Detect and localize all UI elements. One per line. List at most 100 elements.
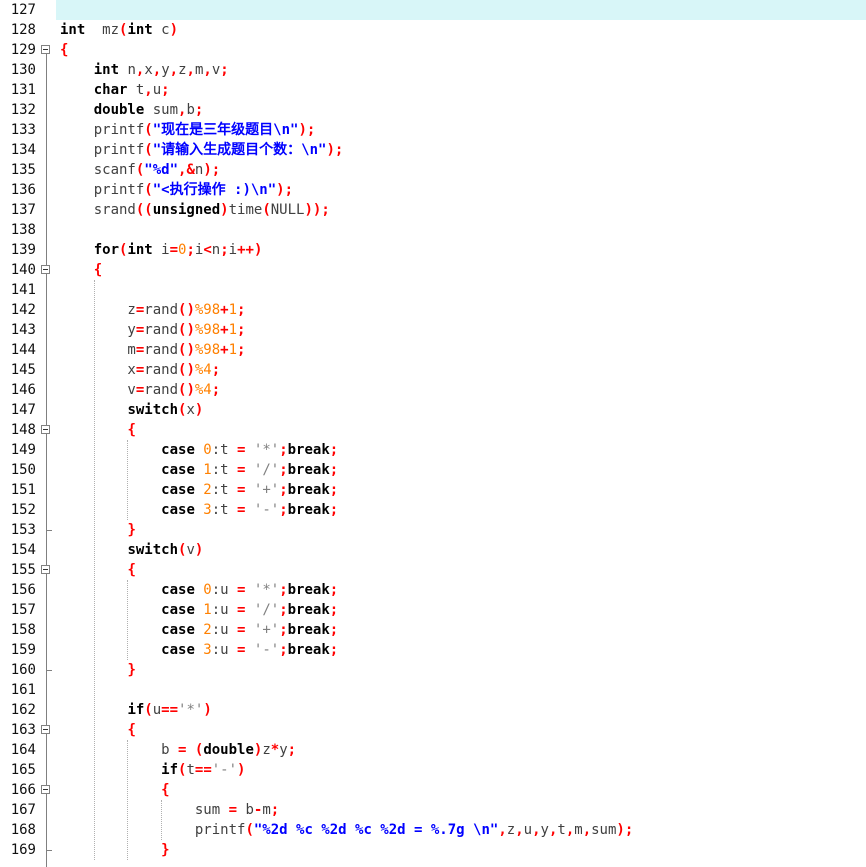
fold-collapse-icon[interactable] — [41, 785, 50, 794]
code-line[interactable]: 133 printf("现在是三年级题目\n"); — [0, 120, 866, 140]
code-text[interactable]: if(t=='-') — [60, 760, 245, 780]
code-line[interactable]: 156 case 0:u = '*';break; — [0, 580, 866, 600]
code-text[interactable]: char t,u; — [60, 80, 170, 100]
code-line[interactable]: 128 int mz(int c) — [0, 20, 866, 40]
code-line[interactable]: 150 case 1:t = '/';break; — [0, 460, 866, 480]
code-line[interactable]: 138 — [0, 220, 866, 240]
code-line[interactable]: 157 case 1:u = '/';break; — [0, 600, 866, 620]
code-text[interactable]: case 0:t = '*';break; — [60, 440, 338, 460]
code-text[interactable]: printf("%2d %c %2d %c %2d = %.7g \n",z,u… — [60, 820, 633, 840]
code-text[interactable]: int n,x,y,z,m,v; — [60, 60, 229, 80]
code-line[interactable]: 153 } — [0, 520, 866, 540]
code-text[interactable]: } — [60, 660, 135, 680]
code-line[interactable]: 166 { — [0, 780, 866, 800]
code-text[interactable]: for(int i=0;i<n;i++) — [60, 240, 263, 260]
code-token: rand — [144, 362, 179, 378]
code-line[interactable]: 131 char t,u; — [0, 80, 866, 100]
code-line[interactable]: 163 { — [0, 720, 866, 740]
code-line[interactable]: 127 — [0, 0, 866, 20]
code-token: ); — [298, 122, 316, 138]
code-text[interactable]: { — [60, 260, 102, 280]
code-token: { — [127, 562, 136, 578]
code-text[interactable]: case 3:u = '-';break; — [60, 640, 338, 660]
code-line[interactable]: 146 v=rand()%4; — [0, 380, 866, 400]
code-line[interactable]: 160 } — [0, 660, 866, 680]
code-line[interactable]: 130 int n,x,y,z,m,v; — [0, 60, 866, 80]
fold-collapse-icon[interactable] — [41, 725, 50, 734]
code-text[interactable]: } — [60, 520, 135, 540]
code-text[interactable]: x=rand()%4; — [60, 360, 220, 380]
code-line[interactable]: 143 y=rand()%98+1; — [0, 320, 866, 340]
code-text[interactable]: switch(x) — [60, 400, 203, 420]
code-line[interactable]: 162 if(u=='*') — [0, 700, 866, 720]
code-text[interactable]: case 3:t = '-';break; — [60, 500, 338, 520]
code-line[interactable]: 152 case 3:t = '-';break; — [0, 500, 866, 520]
code-line[interactable]: 158 case 2:u = '+';break; — [0, 620, 866, 640]
code-line[interactable]: 167 sum = b-m; — [0, 800, 866, 820]
code-line[interactable]: 159 case 3:u = '-';break; — [0, 640, 866, 660]
code-line[interactable]: 129 { — [0, 40, 866, 60]
code-line[interactable]: 142 z=rand()%98+1; — [0, 300, 866, 320]
code-line[interactable]: 140 { — [0, 260, 866, 280]
code-line[interactable]: 132 double sum,b; — [0, 100, 866, 120]
code-token: case — [161, 622, 195, 638]
line-number: 143 — [10, 322, 36, 338]
code-text[interactable]: case 1:u = '/';break; — [60, 600, 338, 620]
code-line[interactable]: 136 printf("<执行操作 :)\n"); — [0, 180, 866, 200]
code-text[interactable]: printf("现在是三年级题目\n"); — [60, 120, 316, 140]
code-token: unsigned — [152, 202, 221, 218]
code-line[interactable]: 148 { — [0, 420, 866, 440]
code-editor[interactable]: 127 128 int mz(int c) 129{130 int n,x,y,z,m… — [0, 0, 866, 867]
code-text[interactable]: double sum,b; — [60, 100, 204, 120]
code-line[interactable]: 144 m=rand()%98+1; — [0, 340, 866, 360]
code-line[interactable]: 135 scanf("%d",&n); — [0, 160, 866, 180]
code-text[interactable]: } — [60, 840, 169, 860]
fold-collapse-icon[interactable] — [41, 425, 50, 434]
code-text[interactable]: y=rand()%98+1; — [60, 320, 245, 340]
code-line[interactable]: 155 { — [0, 560, 866, 580]
code-text[interactable]: switch(v) — [60, 540, 203, 560]
code-line[interactable]: 165 if(t=='-') — [0, 760, 866, 780]
code-token: if — [127, 702, 145, 718]
code-text[interactable]: int mz(int c) — [60, 20, 178, 40]
code-line[interactable]: 139 for(int i=0;i<n;i++) — [0, 240, 866, 260]
fold-collapse-icon[interactable] — [41, 265, 50, 274]
code-text[interactable]: { — [60, 420, 135, 440]
code-text[interactable]: srand((unsigned)time(NULL)); — [60, 200, 330, 220]
code-text[interactable]: { — [60, 720, 135, 740]
code-text[interactable]: m=rand()%98+1; — [60, 340, 245, 360]
code-line[interactable]: 134 printf("请输入生成题目个数：\n"); — [0, 140, 866, 160]
code-text[interactable]: b = (double)z*y; — [60, 740, 296, 760]
code-text[interactable]: v=rand()%4; — [60, 380, 220, 400]
code-text[interactable]: case 2:u = '+';break; — [60, 620, 338, 640]
code-line[interactable]: 154 switch(v) — [0, 540, 866, 560]
code-text[interactable]: printf("<执行操作 :)\n"); — [60, 180, 293, 200]
code-line[interactable]: 169 } — [0, 840, 866, 860]
code-line[interactable]: 161 — [0, 680, 866, 700]
code-line[interactable]: 137 srand((unsigned)time(NULL)); — [0, 200, 866, 220]
line-number: 165 — [10, 762, 36, 778]
code-text[interactable]: scanf("%d",&n); — [60, 160, 220, 180]
code-text[interactable]: z=rand()%98+1; — [60, 300, 245, 320]
code-text[interactable]: printf("请输入生成题目个数：\n"); — [60, 140, 344, 160]
code-line[interactable]: 149 case 0:t = '*';break; — [0, 440, 866, 460]
code-line[interactable]: 145 x=rand()%4; — [0, 360, 866, 380]
code-text[interactable]: if(u=='*') — [60, 700, 211, 720]
code-token: "现在是三年级题目\n" — [152, 122, 299, 138]
fold-collapse-icon[interactable] — [41, 45, 50, 54]
code-text[interactable]: { — [60, 560, 136, 580]
code-line[interactable]: 147 switch(x) — [0, 400, 866, 420]
code-line[interactable]: 164 b = (double)z*y; — [0, 740, 866, 760]
code-text[interactable]: { — [60, 40, 68, 60]
code-line[interactable]: 168 printf("%2d %c %2d %c %2d = %.7g \n"… — [0, 820, 866, 840]
code-text[interactable]: { — [60, 780, 169, 800]
code-token: n — [119, 62, 136, 78]
code-text[interactable]: case 0:u = '*';break; — [60, 580, 338, 600]
code-text[interactable]: case 2:t = '+';break; — [60, 480, 338, 500]
code-text[interactable]: case 1:t = '/';break; — [60, 460, 338, 480]
fold-collapse-icon[interactable] — [41, 565, 50, 574]
code-line[interactable]: 151 case 2:t = '+';break; — [0, 480, 866, 500]
code-line[interactable]: 141 — [0, 280, 866, 300]
